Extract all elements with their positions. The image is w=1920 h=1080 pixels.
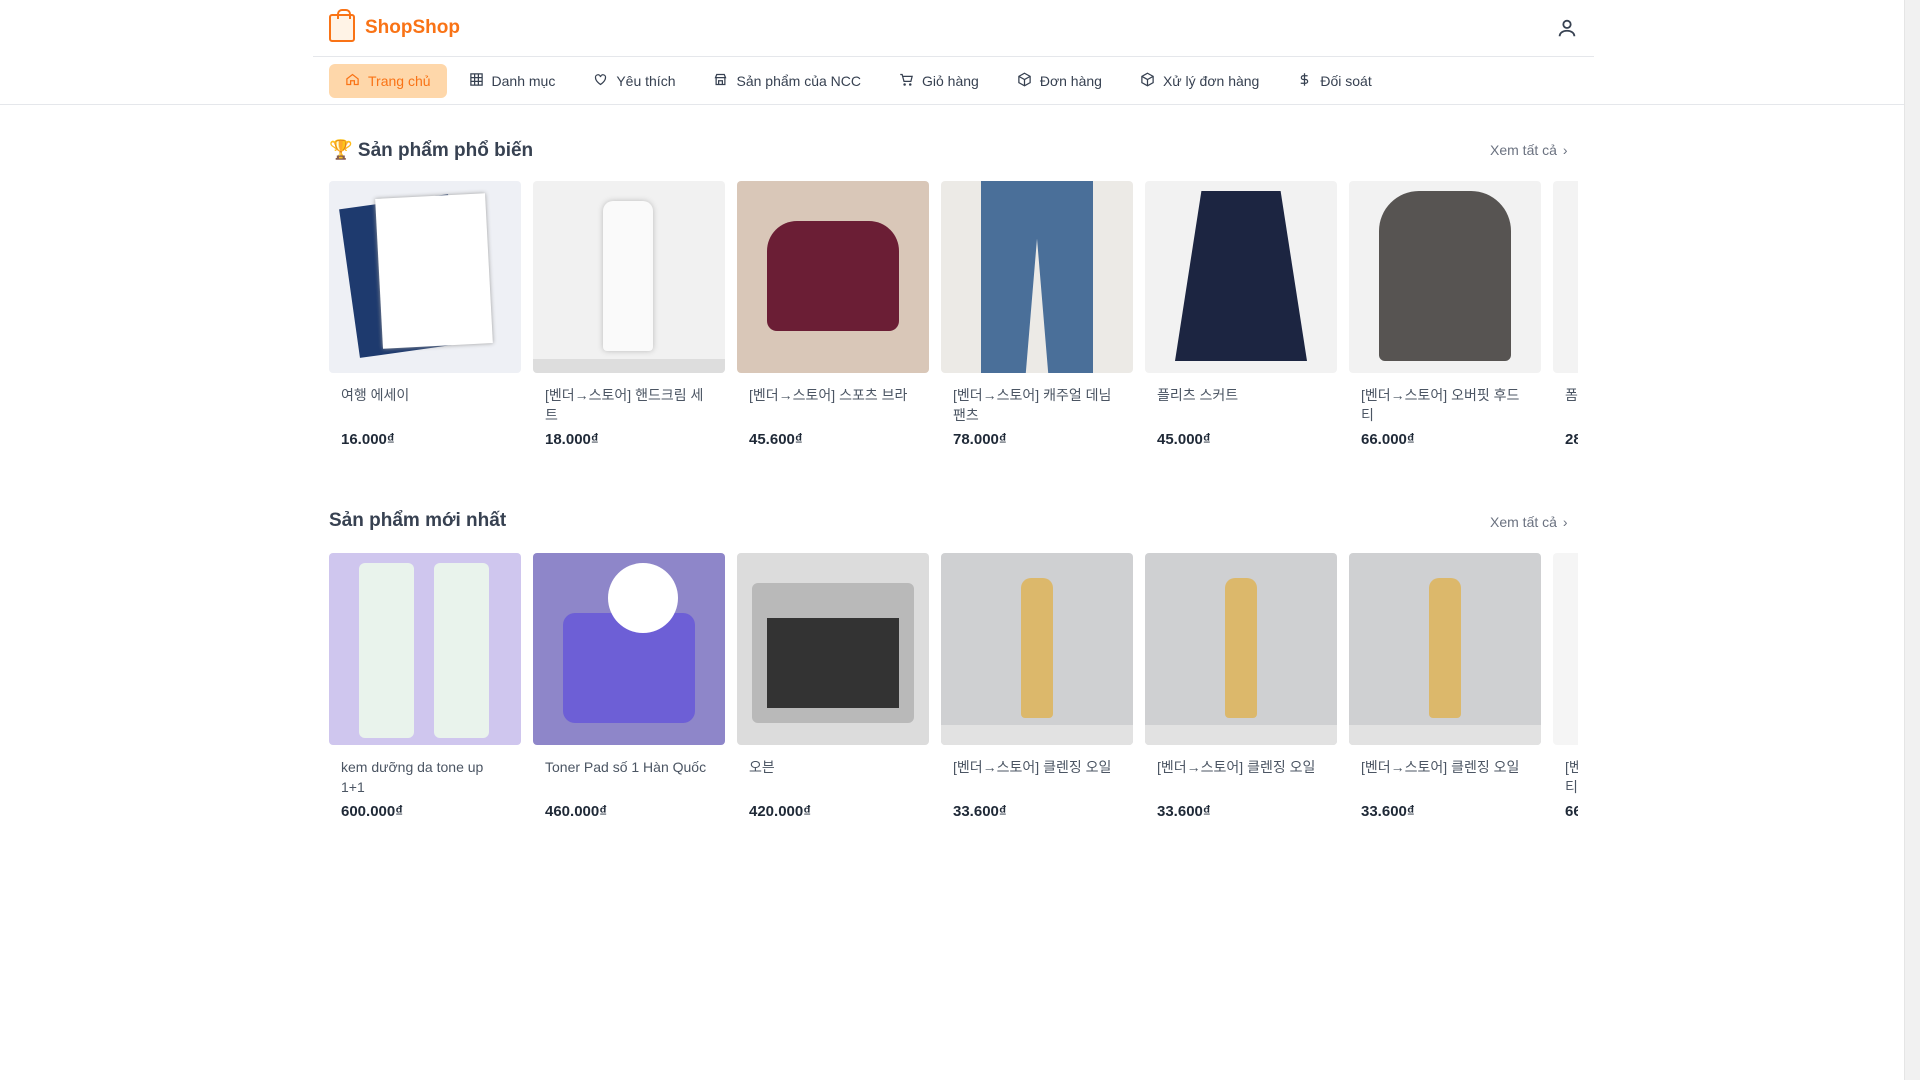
nav-label: Giỏ hàng: [922, 73, 979, 89]
product-image[interactable]: [1553, 181, 1578, 373]
product-card[interactable]: 플리츠 스커트 45.000₫: [1145, 181, 1337, 448]
product-name[interactable]: [벤더→스토어] 클렌징 오일: [1349, 745, 1541, 803]
product-name[interactable]: [벤더→스토어] 스포츠 브라: [737, 373, 929, 431]
nav-item-1[interactable]: Danh mục: [453, 64, 572, 98]
nav-item-5[interactable]: Đơn hàng: [1001, 64, 1118, 98]
product-price: 66.000₫: [1361, 431, 1415, 448]
product-image[interactable]: [1145, 181, 1337, 373]
product-card[interactable]: 여행 에세이 16.000₫: [329, 181, 521, 448]
user-icon[interactable]: [1556, 17, 1578, 39]
product-name[interactable]: [벤더→스토어] 핸드크림 세트: [533, 373, 725, 431]
scrollbar[interactable]: [1904, 0, 1920, 1080]
shopping-bag-icon: [329, 9, 355, 42]
newest-section-title: Sản phẩm mới nhất: [329, 510, 507, 531]
header: ShopShop: [313, 0, 1594, 57]
product-image[interactable]: [533, 181, 725, 373]
product-image[interactable]: [329, 553, 521, 745]
product-card[interactable]: [벤더→스토어] 클렌징 오일 33.600₫: [1349, 553, 1541, 820]
product-price: 420.000₫: [749, 803, 811, 820]
store-icon: [713, 72, 728, 90]
nav-label: Yêu thích: [616, 73, 676, 89]
product-image[interactable]: [1553, 553, 1578, 745]
product-card[interactable]: [벤더→스토어] 오버핏 후드티66: [1553, 553, 1578, 820]
product-price: 78.000₫: [953, 431, 1007, 448]
product-name[interactable]: kem dưỡng da tone up 1+1: [329, 745, 521, 803]
package-icon: [1017, 72, 1032, 90]
product-image[interactable]: [737, 181, 929, 373]
product-name[interactable]: 오븐: [737, 745, 929, 803]
package-icon: [1140, 72, 1155, 90]
nav-item-4[interactable]: Giỏ hàng: [883, 64, 995, 98]
popular-products-row: 여행 에세이 16.000₫ [벤더→스토어] 핸드크림 세트 18.000₫ [벤더→…: [329, 181, 1578, 481]
brand-name: ShopShop: [365, 17, 460, 38]
product-price: 28: [1565, 431, 1578, 448]
product-card[interactable]: kem dưỡng da tone up 1+1 600.000₫: [329, 553, 521, 820]
product-image[interactable]: [533, 553, 725, 745]
nav-label: Trang chủ: [368, 73, 431, 89]
cart-icon: [899, 72, 914, 90]
product-name[interactable]: 여행 에세이: [329, 373, 521, 431]
nav-label: Xử lý đơn hàng: [1162, 73, 1260, 89]
product-price: 45.600₫: [749, 431, 803, 448]
product-card[interactable]: [벤더→스토어] 오버핏 후드티 66.000₫: [1349, 181, 1541, 448]
product-name[interactable]: [벤더→스토어] 오버핏 후드티: [1349, 373, 1541, 431]
grid-icon: [469, 72, 484, 90]
nav-item-3[interactable]: Sản phẩm của NCC: [697, 64, 877, 98]
see-all-label: Xem tất cả: [1490, 514, 1557, 530]
product-price: 16.000₫: [341, 431, 395, 448]
chevron-right-icon: ›: [1562, 514, 1568, 530]
nav-label: Đơn hàng: [1039, 73, 1102, 89]
product-image[interactable]: [941, 181, 1133, 373]
dollar-icon: [1297, 72, 1312, 90]
product-price: 33.600₫: [1361, 803, 1415, 820]
product-image[interactable]: [737, 553, 929, 745]
see-all-label: Xem tất cả: [1490, 142, 1557, 158]
home-icon: [345, 72, 360, 90]
nav-label: Danh mục: [491, 73, 556, 89]
product-image[interactable]: [329, 181, 521, 373]
product-image[interactable]: [941, 553, 1133, 745]
product-card[interactable]: Toner Pad số 1 Hàn Quốc 460.000₫: [533, 553, 725, 820]
product-price: 33.600₫: [953, 803, 1007, 820]
product-price: 66: [1565, 803, 1578, 820]
popular-see-all-link[interactable]: Xem tất cả ›: [1490, 142, 1568, 158]
product-card[interactable]: [벤더→스토어] 스포츠 브라 45.600₫: [737, 181, 929, 448]
product-card[interactable]: [벤더→스토어] 클렌징 오일 33.600₫: [1145, 553, 1337, 820]
nav-item-6[interactable]: Xử lý đơn hàng: [1124, 64, 1275, 98]
chevron-right-icon: ›: [1562, 142, 1568, 158]
product-price: 18.000₫: [545, 431, 599, 448]
product-name[interactable]: Toner Pad số 1 Hàn Quốc: [533, 745, 725, 803]
product-card[interactable]: 오븐 420.000₫: [737, 553, 929, 820]
popular-section-title: 🏆 Sản phẩm phổ biến: [329, 140, 534, 161]
nav-label: Sản phẩm của NCC: [736, 73, 861, 89]
product-image[interactable]: [1145, 553, 1337, 745]
product-card[interactable]: [벤더→스토어] 캐주얼 데님 팬츠 78.000₫: [941, 181, 1133, 448]
product-name[interactable]: [벤더→스토어] 클렌징 오일: [1145, 745, 1337, 803]
product-card[interactable]: 폼 28: [1553, 181, 1578, 448]
newest-see-all-link[interactable]: Xem tất cả ›: [1490, 514, 1568, 530]
product-price: 600.000₫: [341, 803, 403, 820]
product-price: 33.600₫: [1157, 803, 1211, 820]
nav-item-2[interactable]: Yêu thích: [577, 64, 691, 98]
nav-label: Đối soát: [1320, 73, 1372, 89]
product-name[interactable]: 플리츠 스커트: [1145, 373, 1337, 431]
nav-item-7[interactable]: Đối soát: [1281, 64, 1387, 98]
logo[interactable]: ShopShop: [329, 9, 460, 42]
product-price: 460.000₫: [545, 803, 607, 820]
product-card[interactable]: [벤더→스토어] 핸드크림 세트 18.000₫: [533, 181, 725, 448]
nav-item-0[interactable]: Trang chủ: [329, 64, 447, 98]
main-nav: Trang chủ Danh mục Yêu thích Sản phẩm của N…: [0, 57, 1904, 105]
product-name[interactable]: [벤더→스토어] 오버핏 후드티: [1553, 745, 1578, 803]
product-price: 45.000₫: [1157, 431, 1211, 448]
product-image[interactable]: [1349, 181, 1541, 373]
product-name[interactable]: [벤더→스토어] 캐주얼 데님 팬츠: [941, 373, 1133, 431]
heart-icon: [593, 72, 608, 90]
product-card[interactable]: [벤더→스토어] 클렌징 오일 33.600₫: [941, 553, 1133, 820]
product-name[interactable]: [벤더→스토어] 클렌징 오일: [941, 745, 1133, 803]
product-image[interactable]: [1349, 553, 1541, 745]
product-name[interactable]: 폼: [1553, 373, 1578, 431]
page: ShopShop Trang chủ Danh mục Yêu thích Sản p…: [0, 0, 1904, 1080]
newest-products-row: kem dưỡng da tone up 1+1 600.000₫ Toner Pa…: [329, 553, 1578, 853]
